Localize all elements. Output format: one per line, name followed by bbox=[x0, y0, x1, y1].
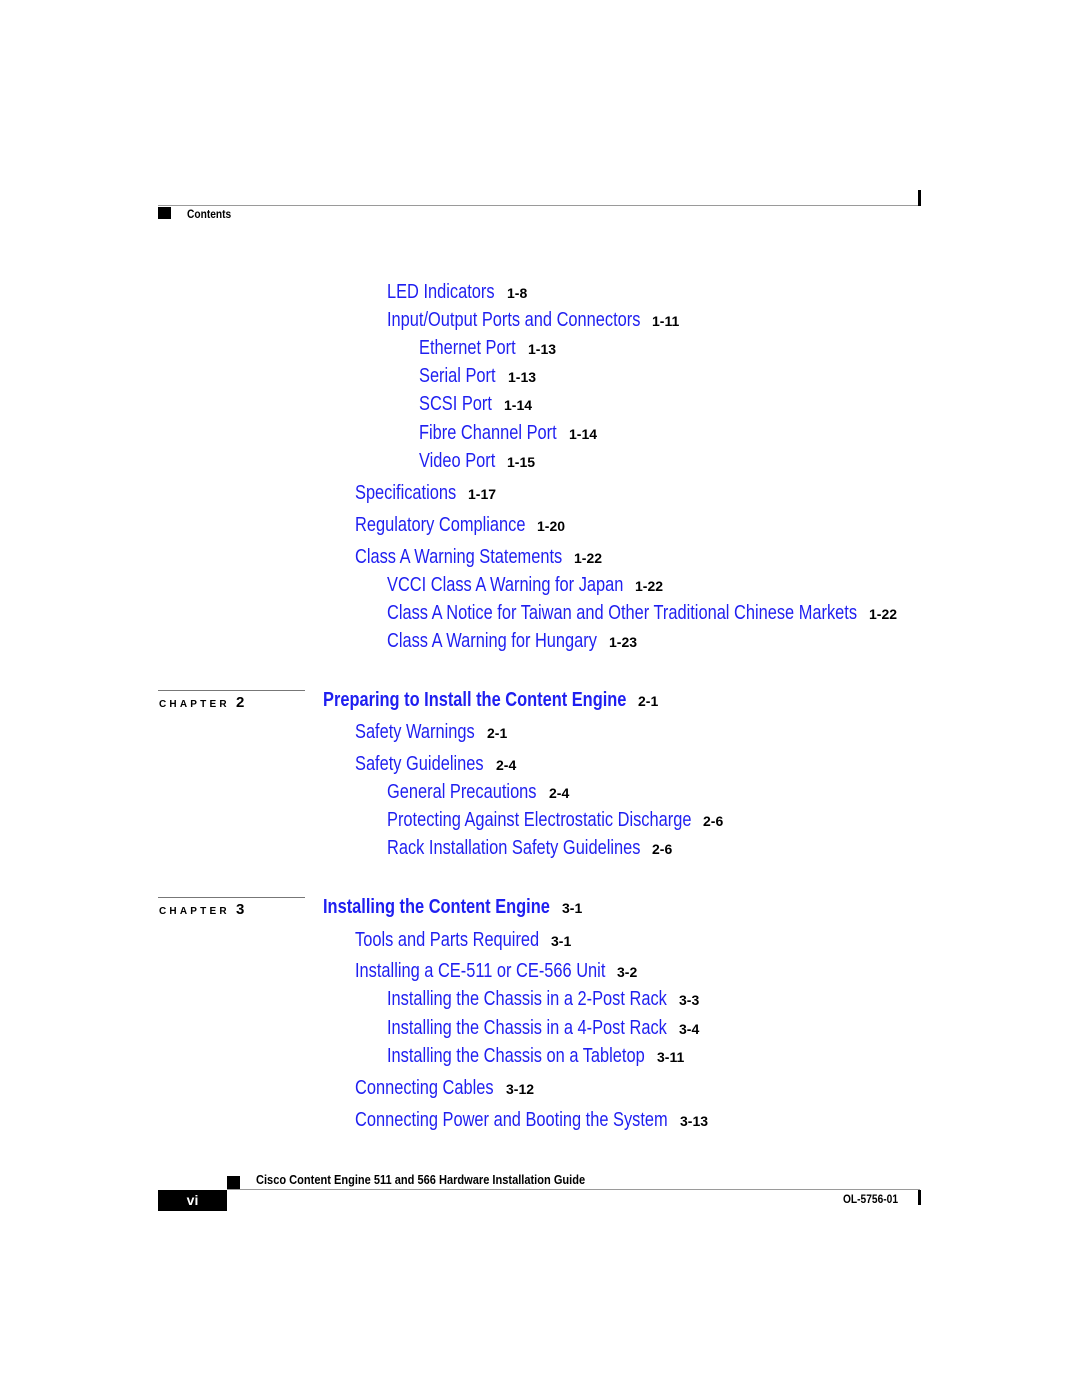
toc-entry[interactable]: Tools and Parts Required 3-1 bbox=[355, 930, 580, 950]
toc-entry-page: 1-22 bbox=[635, 578, 664, 594]
toc-entry-title[interactable]: Installing the Chassis in a 4-Post Rack bbox=[387, 1018, 667, 1038]
toc-entry-title[interactable]: Class A Warning for Hungary bbox=[387, 631, 597, 651]
toc-entry[interactable]: Installing the Chassis in a 2-Post Rack … bbox=[387, 989, 728, 1009]
chapter-number: 2 bbox=[236, 694, 245, 711]
toc-entry-title[interactable]: Ethernet Port bbox=[419, 338, 516, 358]
toc-entry-title[interactable]: Video Port bbox=[419, 451, 495, 471]
toc-entry-page: 3-13 bbox=[680, 1113, 709, 1129]
toc-entry-title[interactable]: VCCI Class A Warning for Japan bbox=[387, 575, 623, 595]
toc-entry-title[interactable]: Installing the Chassis on a Tabletop bbox=[387, 1046, 645, 1066]
toc-entry-page: 3-1 bbox=[551, 933, 572, 949]
chapter-page: 3-1 bbox=[562, 900, 583, 916]
toc-entry[interactable]: Protecting Against Electrostatic Dischar… bbox=[387, 810, 758, 830]
toc-entry[interactable]: Video Port 1-15 bbox=[419, 451, 535, 471]
toc-entry[interactable]: Input/Output Ports and Connectors 1-11 bbox=[387, 310, 696, 330]
footer-doc-number: OL-5756-01 bbox=[843, 1192, 898, 1206]
chapter-title-entry[interactable]: Installing the Content Engine 3-1 bbox=[323, 897, 600, 917]
toc-entry-page: 3-11 bbox=[657, 1049, 685, 1065]
toc-entry-page: 2-6 bbox=[652, 841, 673, 857]
header-square-marker bbox=[158, 207, 171, 219]
toc-entry[interactable]: Installing the Chassis on a Tabletop 3-1… bbox=[387, 1046, 701, 1066]
toc-entry-page: 1-8 bbox=[507, 285, 528, 301]
footer-book-title: Cisco Content Engine 511 and 566 Hardwar… bbox=[256, 1172, 586, 1187]
toc-entry[interactable]: Connecting Cables 3-12 bbox=[355, 1078, 534, 1098]
toc-entry-title[interactable]: Rack Installation Safety Guidelines bbox=[387, 838, 640, 858]
footer-page-number: vi bbox=[158, 1190, 227, 1211]
toc-entry[interactable]: Connecting Power and Booting the System … bbox=[355, 1110, 736, 1130]
toc-entry-page: 3-2 bbox=[617, 964, 638, 980]
toc-entry-page: 1-22 bbox=[869, 606, 898, 622]
toc-entry-title[interactable]: Specifications bbox=[355, 483, 456, 503]
toc-entry-title[interactable]: SCSI Port bbox=[419, 394, 492, 414]
toc-entry[interactable]: LED Indicators 1-8 bbox=[387, 282, 527, 302]
chapter-title-entry[interactable]: Preparing to Install the Content Engine … bbox=[323, 690, 693, 710]
toc-entry-title[interactable]: Fibre Channel Port bbox=[419, 423, 557, 443]
toc-entry-title[interactable]: Connecting Cables bbox=[355, 1078, 494, 1098]
toc-entry-page: 1-14 bbox=[569, 426, 598, 442]
toc-entry[interactable]: Installing a CE-511 or CE-566 Unit 3-2 bbox=[355, 961, 660, 981]
toc-entry-title[interactable]: Tools and Parts Required bbox=[355, 930, 539, 950]
header-rule bbox=[158, 205, 920, 206]
chapter-divider bbox=[158, 690, 305, 691]
toc-entry-title[interactable]: Class A Warning Statements bbox=[355, 547, 562, 567]
toc-entry-title[interactable]: Class A Notice for Taiwan and Other Trad… bbox=[387, 603, 857, 623]
toc-entry[interactable]: Class A Notice for Taiwan and Other Trad… bbox=[387, 603, 960, 623]
toc-entry-page: 2-4 bbox=[496, 757, 517, 773]
toc-entry-title[interactable]: Input/Output Ports and Connectors bbox=[387, 310, 640, 330]
toc-entry-title[interactable]: Serial Port bbox=[419, 366, 496, 386]
toc-entry[interactable]: Class A Warning for Hungary 1-23 bbox=[387, 631, 643, 651]
toc-entry-page: 1-13 bbox=[508, 369, 537, 385]
toc-entry-page: 3-4 bbox=[679, 1021, 700, 1037]
toc-entry-title[interactable]: Regulatory Compliance bbox=[355, 515, 525, 535]
toc-entry[interactable]: Installing the Chassis in a 4-Post Rack … bbox=[387, 1018, 728, 1038]
toc-entry-title[interactable]: Installing the Chassis in a 2-Post Rack bbox=[387, 989, 667, 1009]
toc-entry-page: 1-20 bbox=[537, 518, 566, 534]
toc-entry[interactable]: Rack Installation Safety Guidelines 2-6 bbox=[387, 838, 696, 858]
toc-entry-title[interactable]: LED Indicators bbox=[387, 282, 495, 302]
header-section-label: Contents bbox=[187, 207, 232, 221]
toc-entry-title[interactable]: Connecting Power and Booting the System bbox=[355, 1110, 668, 1130]
toc-entry-page: 1-17 bbox=[468, 486, 497, 502]
chapter-page: 2-1 bbox=[638, 693, 659, 709]
chapter-label: CHAPTER bbox=[159, 906, 230, 917]
footer-rule bbox=[227, 1189, 920, 1190]
toc-entry-page: 1-15 bbox=[507, 454, 536, 470]
footer-margin-bar bbox=[918, 1190, 921, 1205]
toc-entry[interactable]: Serial Port 1-13 bbox=[419, 366, 536, 386]
toc-entry[interactable]: Regulatory Compliance 1-20 bbox=[355, 515, 566, 535]
toc-entry-title[interactable]: Safety Guidelines bbox=[355, 754, 484, 774]
chapter-title[interactable]: Preparing to Install the Content Engine bbox=[323, 690, 626, 710]
toc-entry[interactable]: SCSI Port 1-14 bbox=[419, 394, 532, 414]
toc-entry-page: 2-4 bbox=[549, 785, 570, 801]
toc-entry-page: 1-13 bbox=[528, 341, 557, 357]
toc-entry-page: 3-3 bbox=[679, 992, 700, 1008]
toc-entry-page: 1-14 bbox=[504, 397, 533, 413]
toc-entry-page: 1-23 bbox=[609, 634, 638, 650]
toc-entry-title[interactable]: General Precautions bbox=[387, 782, 537, 802]
toc-entry-page: 1-22 bbox=[574, 550, 603, 566]
toc-entry-page: 2-6 bbox=[703, 813, 724, 829]
toc-entry[interactable]: Class A Warning Statements 1-22 bbox=[355, 547, 608, 567]
toc-entry[interactable]: VCCI Class A Warning for Japan 1-22 bbox=[387, 575, 675, 595]
toc-entry[interactable]: Safety Warnings 2-1 bbox=[355, 722, 507, 742]
chapter-title[interactable]: Installing the Content Engine bbox=[323, 897, 550, 917]
toc-entry-page: 1-11 bbox=[652, 313, 680, 329]
chapter-number: 3 bbox=[236, 901, 245, 918]
chapter-divider bbox=[158, 897, 305, 898]
toc-entry-title[interactable]: Protecting Against Electrostatic Dischar… bbox=[387, 810, 691, 830]
toc-entry[interactable]: General Precautions 2-4 bbox=[387, 782, 569, 802]
toc-entry-title[interactable]: Installing a CE-511 or CE-566 Unit bbox=[355, 961, 605, 981]
toc-entry-page: 2-1 bbox=[487, 725, 508, 741]
toc-entry-page: 3-12 bbox=[506, 1081, 535, 1097]
toc-entry[interactable]: Specifications 1-17 bbox=[355, 483, 496, 503]
toc-entry[interactable]: Fibre Channel Port 1-14 bbox=[419, 423, 597, 443]
toc-entry[interactable]: Ethernet Port 1-13 bbox=[419, 338, 556, 358]
toc-entry-title[interactable]: Safety Warnings bbox=[355, 722, 475, 742]
toc-entry[interactable]: Safety Guidelines 2-4 bbox=[355, 754, 516, 774]
header-margin-bar bbox=[918, 190, 921, 206]
footer-square-marker bbox=[227, 1176, 240, 1189]
chapter-label: CHAPTER bbox=[159, 699, 230, 710]
